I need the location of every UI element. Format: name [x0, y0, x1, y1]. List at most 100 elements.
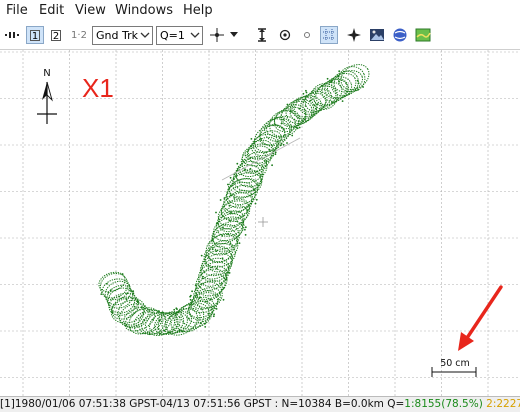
- track-point: [211, 248, 214, 251]
- track-point: [178, 329, 181, 332]
- track-point: [362, 86, 364, 88]
- track-point: [157, 328, 160, 330]
- track-point: [244, 226, 247, 229]
- track-point: [286, 142, 288, 144]
- track-point: [326, 77, 329, 80]
- map-icon[interactable]: [414, 26, 432, 44]
- track-point: [143, 319, 145, 321]
- track-point: [304, 105, 307, 107]
- track-ring: [110, 297, 146, 324]
- quality-select[interactable]: Q=1: [156, 26, 203, 45]
- compass-icon[interactable]: [345, 26, 363, 44]
- track-point: [293, 118, 296, 121]
- ground-track: [98, 64, 370, 336]
- status-q-label: Q=: [387, 398, 405, 410]
- track-point: [152, 318, 154, 321]
- track-point: [189, 298, 192, 301]
- track-point: [227, 233, 229, 235]
- track-point: [357, 88, 359, 91]
- center-cross-icon[interactable]: [208, 26, 226, 44]
- track-point: [213, 313, 216, 316]
- status-count: : N=10384: [274, 398, 332, 410]
- track-point: [215, 308, 218, 310]
- globe-icon[interactable]: [391, 26, 409, 44]
- track-point: [338, 70, 341, 73]
- pause-icon[interactable]: [3, 26, 21, 44]
- track-point: [163, 329, 166, 332]
- track-point: [286, 103, 289, 106]
- track-point: [204, 326, 207, 328]
- track-point: [244, 154, 247, 157]
- track-point: [282, 143, 285, 146]
- track-point: [305, 89, 307, 92]
- menu-edit[interactable]: Edit: [39, 3, 64, 18]
- track-point: [208, 265, 210, 267]
- track-point: [194, 284, 197, 287]
- track-point: [305, 91, 308, 94]
- track-point: [173, 308, 176, 311]
- track-point: [246, 209, 249, 212]
- track-point: [250, 138, 253, 140]
- vertical-fit-icon[interactable]: [253, 26, 271, 44]
- track-point: [199, 322, 202, 324]
- track-point: [222, 298, 225, 301]
- menu-help[interactable]: Help: [183, 3, 213, 18]
- track-point: [296, 127, 299, 130]
- menu-windows[interactable]: Windows: [115, 3, 173, 18]
- menu-file[interactable]: File: [6, 3, 28, 18]
- track-point: [236, 162, 239, 165]
- track-point: [132, 292, 135, 295]
- track-point: [244, 228, 246, 231]
- north-label: N: [43, 68, 50, 79]
- track-point: [298, 126, 301, 129]
- plot-type-1-button[interactable]: 1: [26, 26, 44, 44]
- track-point: [280, 144, 282, 146]
- image-icon[interactable]: [368, 26, 386, 44]
- track-point: [233, 178, 236, 180]
- small-point-icon[interactable]: [298, 26, 316, 44]
- track-point: [200, 254, 203, 257]
- center-point-icon[interactable]: [276, 26, 294, 44]
- ground-track-plot[interactable]: N X1 50 cm: [0, 50, 520, 396]
- track-point: [291, 134, 294, 137]
- track-point: [260, 137, 262, 140]
- plot-type-1-label: 1: [30, 29, 40, 42]
- plot-type-12-button[interactable]: 1·2: [68, 26, 90, 44]
- track-point: [111, 311, 114, 314]
- track-point: [274, 153, 277, 156]
- track-point: [261, 165, 264, 167]
- track-point: [282, 118, 285, 121]
- track-point: [249, 167, 252, 170]
- track-point: [268, 148, 271, 151]
- track-point: [271, 164, 273, 167]
- track-point: [188, 317, 190, 320]
- track-point: [223, 277, 226, 280]
- track-point: [302, 92, 305, 95]
- status-bar: [1]1980/01/06 07:51:38 GPST-04/13 07:51:…: [0, 396, 520, 412]
- track-point: [204, 322, 207, 325]
- status-time-range: 1980/01/06 07:51:38 GPST-04/13 07:51:56 …: [14, 398, 272, 410]
- north-arrow-icon: [42, 82, 47, 100]
- track-point: [228, 204, 231, 207]
- track-ring: [225, 181, 256, 209]
- grid-icon[interactable]: [320, 26, 338, 44]
- status-baseline: B=0.0km: [334, 398, 384, 410]
- track-point: [221, 257, 224, 260]
- track-point: [222, 226, 224, 229]
- track-select[interactable]: Gnd Trk: [92, 26, 153, 45]
- track-point: [314, 107, 317, 110]
- track-point: [356, 79, 359, 82]
- track-point: [100, 293, 103, 295]
- plot-grid: [0, 50, 520, 396]
- track-point: [212, 315, 215, 318]
- track-point: [176, 308, 178, 310]
- plot-type-2-label: 2: [51, 29, 61, 42]
- menu-view[interactable]: View: [75, 3, 106, 18]
- track-point: [278, 137, 281, 139]
- status-q1: 1:8155(78.5%): [404, 398, 483, 410]
- track-point: [329, 81, 332, 83]
- plot-type-2-button[interactable]: 2: [47, 26, 65, 44]
- dropdown-icon[interactable]: [229, 26, 239, 44]
- track-point: [190, 294, 192, 297]
- track-point: [205, 300, 207, 303]
